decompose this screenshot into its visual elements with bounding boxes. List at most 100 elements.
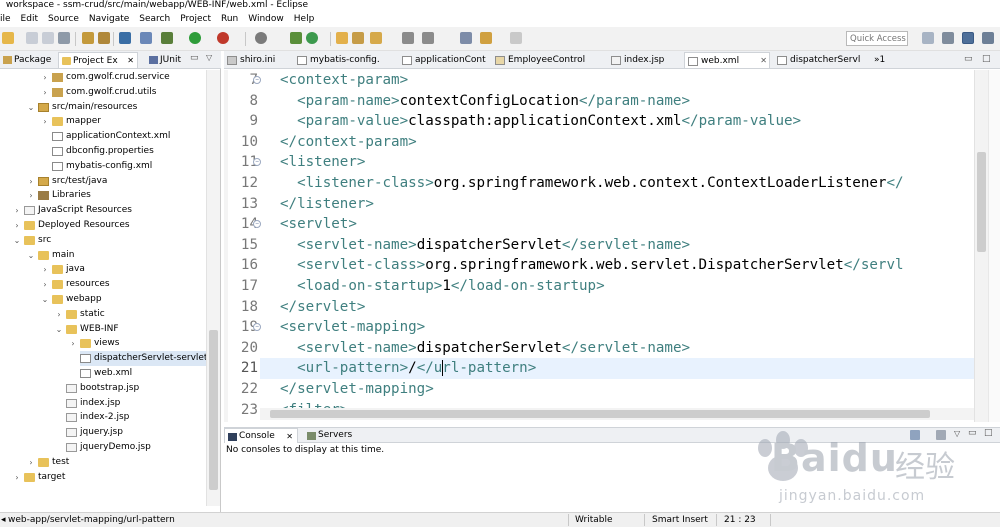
tree-item[interactable]: › Deployed Resources: [15, 218, 206, 233]
code-line[interactable]: 12 <listener-class>org.springframework.w…: [224, 173, 984, 194]
tree-item[interactable]: › com.gwolf.crud.service: [43, 70, 206, 85]
menu-help[interactable]: Help: [289, 11, 320, 27]
editor-tab[interactable]: mybatis-config.: [294, 52, 394, 68]
xml-editor[interactable]: 7−<context-param>8 <param-name>contextCo…: [224, 70, 1000, 422]
chevron-right-icon[interactable]: ›: [40, 262, 50, 277]
chevron-right-icon[interactable]: ›: [12, 470, 22, 485]
back-icon[interactable]: [480, 32, 492, 44]
minimize-icon[interactable]: ▭: [964, 54, 973, 64]
chevron-down-icon[interactable]: ⌄: [40, 292, 50, 307]
chevron-down-icon[interactable]: ⌄: [26, 100, 36, 115]
close-icon[interactable]: ✕: [127, 53, 134, 69]
chevron-right-icon[interactable]: ›: [12, 218, 22, 233]
java-ee-perspective-icon[interactable]: [942, 32, 954, 44]
package-icon[interactable]: [352, 32, 364, 44]
chevron-right-icon[interactable]: ›: [68, 336, 78, 351]
code-line[interactable]: 15 <servlet-name>dispatcherServlet</serv…: [224, 235, 984, 256]
code-line[interactable]: 22 </servlet-mapping>: [224, 379, 984, 400]
close-icon[interactable]: ✕: [760, 53, 767, 68]
tree-item[interactable]: › Libraries: [29, 188, 206, 203]
tree-item[interactable]: jquery.jsp: [66, 425, 206, 440]
editor-vertical-scrollbar[interactable]: [974, 70, 988, 422]
menu-project[interactable]: Project: [175, 11, 216, 27]
tree-item[interactable]: applicationContext.xml: [52, 129, 206, 144]
new-icon[interactable]: [2, 32, 14, 44]
editor-tab[interactable]: »1: [872, 52, 892, 68]
tab-junit[interactable]: JUnit: [146, 52, 190, 68]
tab-project-explorer[interactable]: Project Ex ✕: [58, 52, 138, 68]
chevron-right-icon[interactable]: ›: [54, 307, 64, 322]
save-icon[interactable]: [26, 32, 38, 44]
tree-item[interactable]: › resources: [43, 277, 206, 292]
chevron-right-icon[interactable]: ›: [40, 114, 50, 129]
tree-item[interactable]: › test: [29, 455, 206, 470]
open-folder-icon[interactable]: [336, 32, 348, 44]
tree-item[interactable]: jqueryDemo.jsp: [66, 440, 206, 455]
code-line[interactable]: 16 <servlet-class>org.springframework.we…: [224, 255, 984, 276]
chevron-right-icon[interactable]: ›: [26, 188, 36, 203]
code-line[interactable]: 20 <servlet-name>dispatcherServlet</serv…: [224, 338, 984, 359]
maximize-icon[interactable]: □: [984, 428, 993, 438]
tree-scrollbar[interactable]: [206, 70, 220, 506]
minimize-icon[interactable]: ▭: [968, 428, 977, 438]
tree-item[interactable]: ⌄ src/main/resources: [28, 100, 206, 115]
java-perspective-icon[interactable]: [962, 32, 974, 44]
external-tools-icon[interactable]: [217, 32, 229, 44]
chevron-down-icon[interactable]: ⌄: [12, 233, 22, 248]
scrollbar-thumb[interactable]: [209, 330, 218, 490]
chevron-right-icon[interactable]: ›: [40, 70, 50, 85]
menu-window[interactable]: Window: [243, 11, 289, 27]
tree-item[interactable]: mybatis-config.xml: [52, 159, 206, 174]
view-menu-icon[interactable]: ▽: [954, 429, 960, 438]
menu-source[interactable]: Source: [43, 11, 84, 27]
last-edit-icon[interactable]: [460, 32, 472, 44]
edit-pencil-icon[interactable]: [370, 32, 382, 44]
chevron-right-icon[interactable]: ›: [26, 174, 36, 189]
open-perspective-icon[interactable]: [922, 32, 934, 44]
code-line[interactable]: 19− <servlet-mapping>: [224, 317, 984, 338]
next-annotation-icon[interactable]: [422, 32, 434, 44]
code-line[interactable]: 10 </context-param>: [224, 132, 984, 153]
menu-navigate[interactable]: Navigate: [84, 11, 134, 27]
tree-item[interactable]: ⌄ WEB-INF: [56, 322, 206, 337]
editor-tab[interactable]: applicationCont: [399, 52, 489, 68]
tree-item[interactable]: bootstrap.jsp: [66, 381, 206, 396]
code-line[interactable]: 7−<context-param>: [224, 70, 984, 91]
new-java-project-icon[interactable]: [290, 32, 302, 44]
fold-toggle-icon[interactable]: −: [253, 76, 261, 84]
minimize-icon[interactable]: ▭: [190, 53, 199, 63]
editor-tab[interactable]: web.xml ✕: [684, 52, 770, 68]
code-line[interactable]: 8 <param-name>contextConfigLocation</par…: [224, 91, 984, 112]
tree-item[interactable]: › static: [57, 307, 206, 322]
scrollbar-thumb[interactable]: [977, 152, 986, 252]
tree-item[interactable]: web.xml: [80, 366, 206, 381]
chevron-right-icon[interactable]: ›: [40, 277, 50, 292]
tree-item[interactable]: dbconfig.properties: [52, 144, 206, 159]
tab-servers[interactable]: Servers: [304, 428, 364, 443]
tree-item[interactable]: index-2.jsp: [66, 410, 206, 425]
open-resource-icon[interactable]: [98, 32, 110, 44]
chevron-right-icon[interactable]: ›: [40, 85, 50, 100]
code-line[interactable]: 13 </listener>: [224, 194, 984, 215]
debug-perspective-icon[interactable]: [982, 32, 994, 44]
quick-access-input[interactable]: [846, 31, 908, 46]
search-icon[interactable]: [255, 32, 267, 44]
chevron-down-icon[interactable]: ⌄: [54, 322, 64, 337]
debug-icon[interactable]: [161, 32, 173, 44]
editor-tab[interactable]: shiro.ini: [224, 52, 290, 68]
tree-item[interactable]: › com.gwolf.crud.utils: [43, 85, 206, 100]
tree-item[interactable]: › src/test/java: [29, 174, 206, 189]
new-class-icon[interactable]: [306, 32, 318, 44]
display-console-icon[interactable]: [936, 430, 946, 440]
menu-run[interactable]: Run: [216, 11, 243, 27]
editor-tab[interactable]: EmployeeControl: [492, 52, 604, 68]
tree-item[interactable]: index.jsp: [66, 396, 206, 411]
skip-breakpoints-icon[interactable]: [140, 32, 152, 44]
editor-horizontal-scrollbar[interactable]: [260, 408, 974, 420]
code-line[interactable]: 11− <listener>: [224, 152, 984, 173]
editor-tab[interactable]: index.jsp: [608, 52, 680, 68]
tree-item[interactable]: › target: [15, 470, 206, 485]
editor-tab[interactable]: dispatcherServl: [774, 52, 868, 68]
code-line[interactable]: 9 <param-value>classpath:applicationCont…: [224, 111, 984, 132]
tab-console[interactable]: Console ✕: [224, 428, 298, 443]
